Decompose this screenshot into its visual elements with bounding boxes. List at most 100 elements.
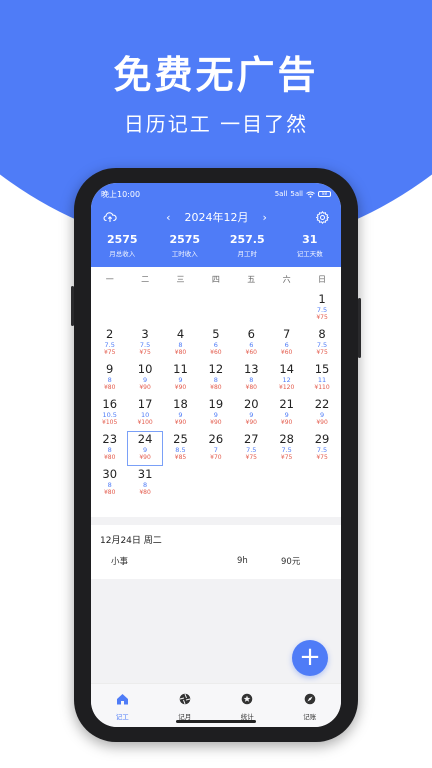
day-number: 15	[314, 362, 330, 376]
day-hours: 7.5	[316, 446, 328, 454]
calendar-blank	[92, 291, 127, 326]
day-number: 18	[173, 397, 188, 411]
calendar-blank	[163, 291, 198, 326]
cloud-upload-icon[interactable]	[103, 211, 117, 223]
day-wage: ¥75	[280, 454, 293, 461]
calendar-day[interactable]: 8 7.5 ¥75	[304, 326, 339, 361]
day-number: 29	[314, 432, 330, 446]
calendar-day[interactable]: 24 9 ¥90	[127, 431, 163, 466]
detail-item: 小事	[111, 557, 129, 567]
stat-value: 2575	[106, 233, 138, 246]
prev-month-button[interactable]: ‹	[166, 211, 170, 224]
next-month-button[interactable]: ›	[263, 211, 267, 224]
status-icons: 5all 5all 88	[275, 190, 331, 198]
calendar-day[interactable]: 27 7.5 ¥75	[234, 431, 269, 466]
home-icon	[91, 690, 154, 709]
calendar-day[interactable]: 22 9 ¥90	[304, 396, 339, 431]
calendar-day[interactable]: 21 9 ¥90	[269, 396, 304, 431]
day-hours: 8	[143, 481, 148, 489]
day-wage: ¥120	[279, 384, 295, 391]
day-wage: ¥80	[103, 454, 116, 461]
day-hours: 7.5	[281, 446, 292, 454]
detail-row[interactable]: 小事 9h 90元	[91, 547, 341, 575]
month-stats: 2575 月总收入 2575 工时收入 257.5 月工时 31 记工天数	[91, 229, 341, 258]
stat-value: 31	[302, 233, 318, 246]
calendar-day[interactable]: 2 7.5 ¥75	[92, 326, 127, 361]
day-hours: 7.5	[104, 341, 115, 349]
day-number: 30	[102, 467, 118, 481]
day-hours: 7.5	[316, 341, 328, 349]
calendar-day[interactable]: 1 7.5 ¥75	[304, 291, 339, 326]
calendar-day[interactable]: 14 12 ¥120	[269, 361, 304, 396]
tab-home[interactable]: 记工	[91, 684, 154, 727]
day-wage: ¥80	[245, 384, 257, 391]
battery-icon: 88	[318, 191, 331, 197]
stat-item: 2575 工时收入	[154, 233, 216, 258]
day-number: 11	[173, 362, 188, 376]
calendar-day[interactable]: 20 9 ¥90	[234, 396, 269, 431]
detail-date: 12月24日 周二	[100, 536, 162, 546]
hero-title: 免费无广告	[113, 53, 319, 97]
calendar-day[interactable]: 13 8 ¥80	[234, 361, 269, 396]
add-record-button[interactable]: +	[292, 640, 328, 676]
calendar-day[interactable]: 10 9 ¥90	[127, 361, 162, 396]
day-wage: ¥70	[210, 454, 222, 461]
day-wage: ¥75	[316, 314, 328, 321]
day-hours: 8	[107, 376, 112, 384]
calendar-day[interactable]: 15 11 ¥110	[304, 361, 339, 396]
calendar-day[interactable]: 25 8.5 ¥85	[163, 431, 198, 466]
phone-screen: 晚上10:00 5all 5all 88 ‹ 2024年12月 › 2575 月总…	[91, 183, 341, 727]
home-indicator	[176, 720, 256, 723]
compass-icon	[279, 690, 342, 709]
day-number: 4	[176, 327, 185, 341]
calendar-day[interactable]: 16 10.5 ¥105	[92, 396, 127, 431]
calendar-day[interactable]: 18 9 ¥90	[163, 396, 198, 431]
month-title[interactable]: 2024年12月	[185, 209, 249, 225]
calendar-day[interactable]: 23 8 ¥80	[92, 431, 127, 466]
stat-label: 工时收入	[171, 250, 198, 258]
calendar-day[interactable]: 31 8 ¥80	[127, 466, 162, 501]
day-wage: ¥100	[137, 419, 153, 426]
day-hours: 9	[213, 411, 218, 419]
calendar-day[interactable]: 28 7.5 ¥75	[269, 431, 304, 466]
calendar-day[interactable]: 6 6 ¥60	[234, 326, 269, 361]
day-number: 12	[208, 362, 224, 376]
settings-gear-icon[interactable]	[316, 210, 329, 224]
day-hours: 6	[213, 341, 218, 349]
calendar-day[interactable]: 3 7.5 ¥75	[127, 326, 162, 361]
day-hours: 9	[143, 376, 148, 384]
calendar-day[interactable]: 19 9 ¥90	[198, 396, 233, 431]
day-wage: ¥75	[245, 454, 257, 461]
day-hours: 8	[107, 446, 112, 454]
day-wage: ¥75	[139, 349, 151, 356]
day-hours: 8	[178, 341, 183, 349]
day-number: 1	[318, 292, 326, 306]
day-wage: ¥90	[174, 384, 187, 391]
aperture-icon	[154, 690, 217, 709]
weekday-label: 六	[282, 274, 291, 284]
day-wage: ¥110	[314, 384, 330, 391]
calendar-day[interactable]: 9 8 ¥80	[92, 361, 127, 396]
calendar-day[interactable]: 4 8 ¥80	[163, 326, 198, 361]
detail-amount: 90元	[281, 557, 301, 567]
day-wage: ¥90	[316, 419, 328, 426]
day-wage: ¥80	[103, 489, 116, 496]
stat-item: 2575 月总收入	[91, 233, 153, 258]
calendar-day[interactable]: 12 8 ¥80	[198, 361, 233, 396]
day-hours: 8	[249, 376, 254, 384]
day-wage: ¥90	[210, 419, 222, 426]
day-hours: 6	[249, 341, 254, 349]
calendar-day[interactable]: 11 9 ¥90	[163, 361, 198, 396]
calendar-day[interactable]: 30 8 ¥80	[92, 466, 127, 501]
day-wage: ¥75	[316, 349, 328, 356]
calendar-day[interactable]: 17 10 ¥100	[127, 396, 162, 431]
tab-compass[interactable]: 记账	[279, 684, 342, 727]
calendar-day[interactable]: 29 7.5 ¥75	[304, 431, 339, 466]
calendar-blank	[198, 291, 233, 326]
hero-subtitle: 日历记工 一目了然	[123, 112, 309, 136]
calendar-day[interactable]: 26 7 ¥70	[198, 431, 233, 466]
day-wage: ¥60	[210, 349, 222, 356]
calendar-day[interactable]: 5 6 ¥60	[198, 326, 233, 361]
calendar-day[interactable]: 7 6 ¥60	[269, 326, 304, 361]
day-hours: 6	[284, 341, 289, 349]
